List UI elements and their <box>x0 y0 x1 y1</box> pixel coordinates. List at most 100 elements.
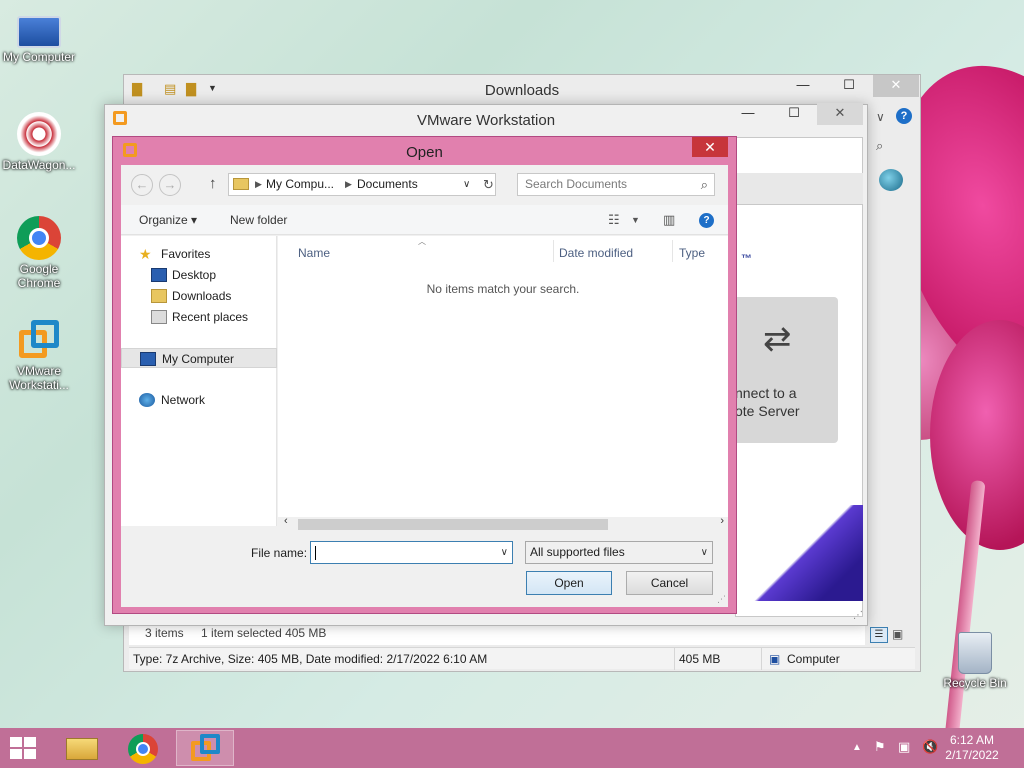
preview-pane-icon[interactable]: ▥ <box>663 212 675 228</box>
computer-icon: ▣ <box>769 652 781 666</box>
ribbon-expand-icon[interactable]: ∨ <box>876 110 885 124</box>
nav-recent-places[interactable]: Recent places <box>121 307 277 327</box>
swap-arrows-icon: ⇄ <box>763 320 792 358</box>
forward-button[interactable]: → <box>159 174 181 196</box>
breadcrumb-separator-icon: ▶ <box>255 179 262 189</box>
star-icon: ★ <box>139 246 152 262</box>
file-name-input[interactable]: ∨ <box>310 541 513 564</box>
volume-muted-icon[interactable]: 🔇 <box>922 739 938 755</box>
desktop-icon-my-computer[interactable]: My Computer <box>0 10 78 64</box>
desktop-icon-datawagon[interactable]: DataWagon... <box>0 112 78 172</box>
resize-grip-icon[interactable]: ⋰ <box>853 610 863 621</box>
desktop-icon-chrome[interactable]: Google Chrome <box>0 216 78 290</box>
nav-network[interactable]: Network <box>121 390 277 410</box>
desktop-icon-label: DataWagon... <box>2 158 76 172</box>
column-header-type[interactable]: Type <box>679 246 705 260</box>
downloads-folder-icon <box>151 289 167 303</box>
desktop-icon-vmware[interactable]: VMware Workstati... <box>0 318 78 392</box>
dialog-titlebar[interactable]: Open ✕ <box>113 137 736 165</box>
resize-grip-icon[interactable]: ⋰ <box>717 594 726 605</box>
breadcrumb-documents[interactable]: Documents <box>357 174 418 195</box>
start-button[interactable] <box>10 737 38 761</box>
column-header-name[interactable]: Name <box>298 246 330 260</box>
help-icon[interactable]: ? <box>699 213 714 228</box>
action-center-flag-icon[interactable]: ⚑ <box>874 739 886 755</box>
new-folder-button[interactable]: New folder <box>230 213 287 227</box>
cancel-button[interactable]: Cancel <box>626 571 713 595</box>
text-caret <box>315 546 316 560</box>
vmware-tab-band <box>735 173 863 205</box>
minimize-button[interactable]: — <box>780 75 826 97</box>
network-icon[interactable]: ▣ <box>898 739 910 755</box>
nav-my-computer[interactable]: My Computer <box>121 348 277 368</box>
connect-remote-server-card[interactable]: ⇄ nnect to a ote Server <box>733 297 838 443</box>
change-view-icon[interactable]: ☷ <box>608 212 620 228</box>
taskbar-chrome[interactable] <box>114 730 172 766</box>
taskbar-vmware[interactable] <box>176 730 234 766</box>
computer-icon <box>140 352 156 366</box>
back-button[interactable]: ← <box>131 174 153 196</box>
card-label-line1: nnect to a <box>735 385 797 401</box>
minimize-button[interactable]: — <box>725 103 771 125</box>
vmware-logo-icon <box>879 169 903 191</box>
recycle-bin-icon <box>958 632 992 674</box>
scroll-left-icon[interactable]: ‹ <box>284 515 288 527</box>
file-type-select[interactable]: All supported files ∨ <box>525 541 713 564</box>
taskbar-file-explorer[interactable] <box>52 730 110 766</box>
close-button[interactable]: ✕ <box>873 75 919 97</box>
nav-label: Recent places <box>172 310 249 324</box>
folder-icon <box>66 738 98 760</box>
dialog-title: Open <box>406 144 443 161</box>
desktop-icon-recycle-bin[interactable]: Recycle Bin <box>936 632 1014 690</box>
nav-desktop[interactable]: Desktop <box>121 265 277 285</box>
address-bar[interactable]: ▶ My Compu... ▶ Documents ∨ ↻ <box>228 173 496 196</box>
nav-downloads[interactable]: Downloads <box>121 286 277 306</box>
chevron-down-icon[interactable]: ∨ <box>501 542 508 563</box>
vmware-titlebar[interactable]: VMware Workstation — ☐ ✕ <box>105 103 867 133</box>
file-list[interactable]: ︿ Name Date modified Type No items match… <box>278 236 728 526</box>
scrollbar-thumb[interactable] <box>298 519 608 530</box>
items-count: 3 items <box>145 626 184 640</box>
folder-icon <box>233 178 249 190</box>
network-icon <box>139 393 155 407</box>
refresh-icon[interactable]: ↻ <box>483 174 494 195</box>
help-icon[interactable]: ? <box>896 108 912 124</box>
close-button[interactable]: ✕ <box>692 137 728 157</box>
breadcrumb-separator-icon: ▶ <box>345 179 352 189</box>
vmware-banner-graphic <box>741 505 863 601</box>
search-icon[interactable]: ⌕ <box>876 138 883 154</box>
desktop-icon-label: Google Chrome <box>17 262 61 290</box>
dialog-body: ← → ↑ ▶ My Compu... ▶ Documents ∨ ↻ Sear… <box>121 165 728 607</box>
open-button[interactable]: Open <box>526 571 612 595</box>
chrome-icon <box>17 216 61 260</box>
large-icons-view-icon[interactable]: ▣ <box>892 627 903 641</box>
nav-label: Desktop <box>172 268 217 282</box>
card-label-line2: ote Server <box>735 403 800 419</box>
close-button[interactable]: ✕ <box>817 103 863 125</box>
maximize-button[interactable]: ☐ <box>771 103 817 125</box>
column-header-date-modified[interactable]: Date modified <box>559 246 633 260</box>
nav-label: Network <box>161 393 206 407</box>
status-details: Type: 7z Archive, Size: 405 MB, Date mod… <box>133 652 488 666</box>
desktop-icon <box>151 268 167 282</box>
system-clock[interactable]: 6:12 AM 2/17/2022 <box>942 733 1002 763</box>
horizontal-scrollbar[interactable]: ‹ › <box>278 515 728 531</box>
downloads-titlebar[interactable]: ▇ ▤ ▇ ▼ Downloads — ☐ ✕ <box>124 75 920 105</box>
show-hidden-icons-icon[interactable]: ▲ <box>852 742 862 753</box>
up-button[interactable]: ↑ <box>209 175 217 192</box>
organize-menu[interactable]: Organize ▾ <box>139 213 197 227</box>
chrome-icon <box>128 734 158 764</box>
search-input[interactable]: Search Documents ⌕ <box>517 173 715 196</box>
open-dialog[interactable]: Open ✕ ← → ↑ ▶ My Compu... ▶ Documents ∨… <box>112 136 737 614</box>
scroll-right-icon[interactable]: › <box>720 515 724 527</box>
status-bar: Type: 7z Archive, Size: 405 MB, Date mod… <box>129 647 915 670</box>
nav-favorites[interactable]: ★ Favorites <box>121 244 277 264</box>
items-bar: 3 items 1 item selected 405 MB <box>129 625 865 645</box>
details-view-icon[interactable]: ☰ <box>870 627 888 643</box>
view-dropdown-icon[interactable]: ▼ <box>631 215 640 225</box>
breadcrumb-my-computer[interactable]: My Compu... <box>266 174 334 195</box>
chevron-down-icon[interactable]: ∨ <box>463 174 470 195</box>
maximize-button[interactable]: ☐ <box>826 75 872 97</box>
status-location: Computer <box>787 652 840 666</box>
file-type-value: All supported files <box>530 545 625 559</box>
